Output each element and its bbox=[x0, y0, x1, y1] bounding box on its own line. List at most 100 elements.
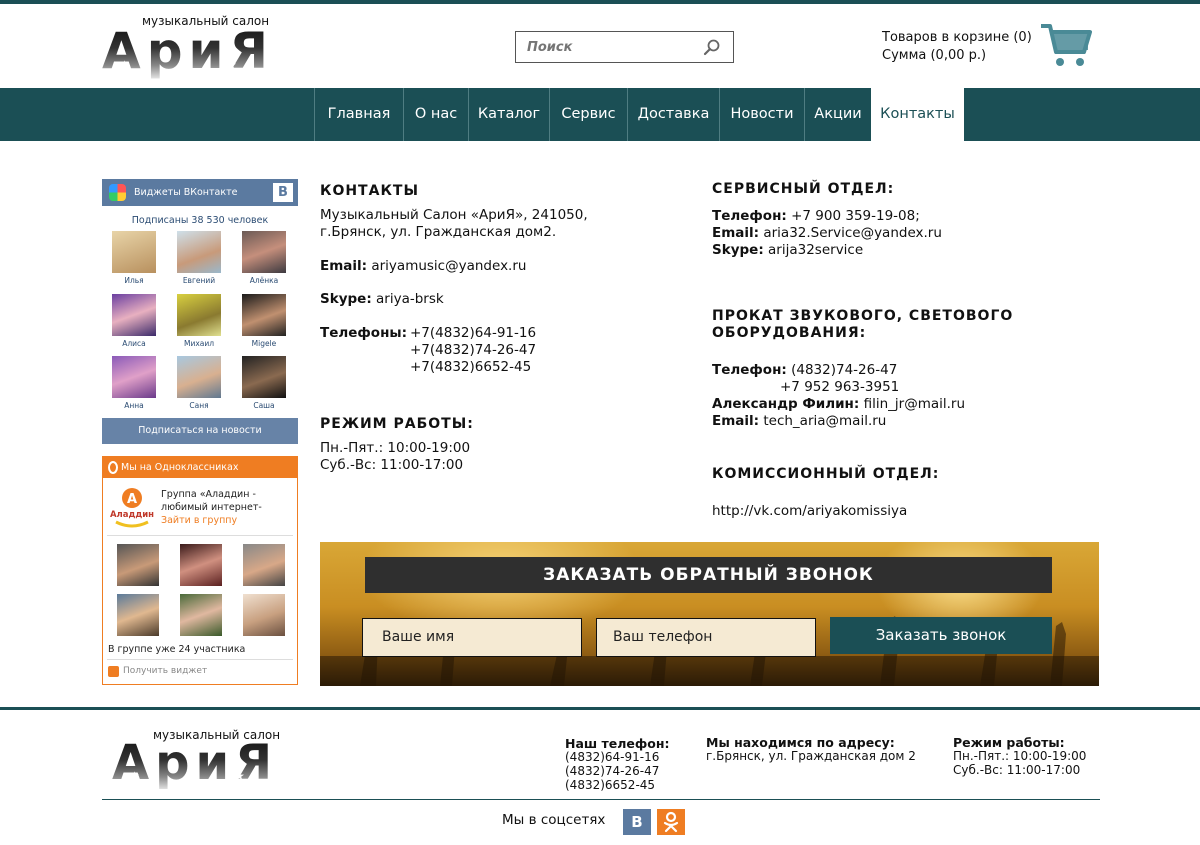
svg-text:А: А bbox=[127, 492, 137, 507]
rental-phone-row: Телефон: (4832)74-26-47 bbox=[712, 362, 898, 378]
footer-phone-title: Наш телефон: bbox=[565, 736, 670, 751]
rental-person-email[interactable]: filin_jr@mail.ru bbox=[864, 396, 965, 412]
vk-person[interactable]: Алиса bbox=[107, 294, 161, 348]
vk-person[interactable]: Migele bbox=[237, 294, 291, 348]
contacts-address-line2: г.Брянск, ул. Гражданская дом2. bbox=[320, 224, 557, 240]
vk-logo-icon: В bbox=[273, 183, 293, 202]
vk-person[interactable]: Михаил bbox=[172, 294, 226, 348]
avatar bbox=[242, 231, 286, 273]
hours-title: РЕЖИМ РАБОТЫ: bbox=[320, 416, 474, 432]
footer-phone: (4832)64-91-16 bbox=[565, 750, 660, 764]
logo-star-icon: ★ bbox=[119, 58, 130, 72]
ok-member-avatar[interactable] bbox=[243, 544, 285, 586]
ok-widget-title: Мы на Одноклассниках bbox=[121, 462, 239, 473]
vk-widget: Виджеты ВКонтакте В Подписаны 38 530 чел… bbox=[102, 179, 298, 444]
search-icon[interactable] bbox=[703, 38, 721, 56]
footer-address-title: Мы находимся по адресу: bbox=[706, 735, 895, 750]
vk-social-icon[interactable]: В bbox=[623, 809, 651, 835]
service-title: СЕРВИСНЫЙ ОТДЕЛ: bbox=[712, 181, 895, 197]
footer-divider bbox=[102, 799, 1100, 800]
commission-link[interactable]: http://vk.com/ariyakomissiya bbox=[712, 503, 907, 520]
nav-item-contacts[interactable]: Контакты bbox=[871, 88, 964, 141]
ok-member-avatar[interactable] bbox=[117, 544, 159, 586]
logo-star-icon: ★ bbox=[129, 769, 140, 783]
logo-star-icon: ★ bbox=[234, 769, 245, 783]
footer-hours-title: Режим работы: bbox=[953, 735, 1065, 750]
cart-icon[interactable] bbox=[1040, 22, 1092, 68]
rental-title-line2: ОБОРУДОВАНИЯ: bbox=[712, 325, 867, 341]
rental-email[interactable]: tech_aria@mail.ru bbox=[763, 413, 886, 429]
avatar bbox=[112, 294, 156, 336]
vk-person[interactable]: Алёнка bbox=[237, 231, 291, 285]
site-logo[interactable]: музыкальный салон АриЯ ★ ★ bbox=[102, 12, 312, 84]
contacts-skype-row: Skype: ariya-brsk bbox=[320, 291, 444, 308]
rental-phone: (4832)74-26-47 bbox=[791, 362, 898, 378]
ok-member-avatar[interactable] bbox=[180, 544, 222, 586]
nav-item-news[interactable]: Новости bbox=[719, 88, 804, 141]
cart-summary[interactable]: Товаров в корзине (0) Сумма (0,00 р.) bbox=[882, 29, 1032, 65]
vk-widget-title: Виджеты ВКонтакте bbox=[134, 187, 238, 198]
callback-title: ЗАКАЗАТЬ ОБРАТНЫЙ ЗВОНОК bbox=[365, 557, 1052, 593]
divider bbox=[107, 659, 293, 660]
vk-subscribe-button[interactable]: Подписаться на новости bbox=[102, 418, 298, 444]
search-input[interactable] bbox=[516, 32, 701, 62]
avatar bbox=[177, 294, 221, 336]
service-email[interactable]: aria32.Service@yandex.ru bbox=[763, 225, 942, 241]
top-accent-bar bbox=[0, 0, 1200, 4]
hours-weekend: Суб.-Вс: 11:00-17:00 bbox=[320, 457, 464, 473]
service-skype: arija32service bbox=[768, 242, 864, 258]
avatar bbox=[177, 231, 221, 273]
service-email-row: Email: aria32.Service@yandex.ru bbox=[712, 225, 942, 241]
contacts-phones-label: Телефоны: bbox=[320, 325, 408, 341]
ok-small-logo-icon bbox=[108, 666, 119, 677]
social-label: Мы в соцсетях bbox=[502, 812, 606, 828]
search-box bbox=[515, 31, 734, 63]
contacts-phone: +7(4832)6652-45 bbox=[410, 359, 532, 375]
footer-phone: (4832)6652-45 bbox=[565, 778, 656, 792]
nav-item-about[interactable]: О нас bbox=[403, 88, 468, 141]
vk-person[interactable]: Илья bbox=[107, 231, 161, 285]
vk-person[interactable]: Саша bbox=[237, 356, 291, 410]
ok-group-name[interactable]: Группа «Аладдин - любимый интернет- bbox=[161, 488, 291, 514]
vk-person[interactable]: Анна bbox=[107, 356, 161, 410]
contacts-address-line1: Музыкальный Салон «АриЯ», 241050, bbox=[320, 207, 588, 223]
footer-hours-weekend: Суб.-Вс: 11:00-17:00 bbox=[953, 763, 1081, 777]
nav-item-delivery[interactable]: Доставка bbox=[627, 88, 719, 141]
callback-name-input[interactable]: Ваше имя bbox=[362, 618, 582, 657]
ok-widget-header: Мы на Одноклассниках bbox=[103, 457, 297, 478]
ok-get-widget-link[interactable]: Получить виджет bbox=[123, 666, 207, 676]
ok-members-count: В группе уже 24 участника bbox=[108, 644, 246, 655]
callback-phone-input[interactable]: Ваш телефон bbox=[596, 618, 816, 657]
ok-logo-icon bbox=[108, 461, 118, 474]
nav-item-home[interactable]: Главная bbox=[314, 88, 403, 141]
ok-member-avatar[interactable] bbox=[117, 594, 159, 636]
vk-widget-header: Виджеты ВКонтакте В bbox=[102, 179, 298, 206]
vk-person[interactable]: Евгений bbox=[172, 231, 226, 285]
ok-join-group-link[interactable]: Зайти в группу bbox=[161, 515, 237, 526]
contacts-email-row: Email: ariyamusic@yandex.ru bbox=[320, 258, 526, 275]
rental-title-line1: ПРОКАТ ЗВУКОВОГО, СВЕТОВОГО bbox=[712, 308, 1014, 324]
divider bbox=[107, 535, 293, 536]
main-nav: Главная О нас Каталог Сервис Доставка Но… bbox=[0, 88, 1200, 141]
footer-logo[interactable]: музыкальный салон АриЯ ★ ★ bbox=[110, 727, 320, 795]
contacts-email[interactable]: ariyamusic@yandex.ru bbox=[371, 258, 526, 274]
nav-item-service[interactable]: Сервис bbox=[549, 88, 627, 141]
skype-label: Skype: bbox=[320, 291, 372, 307]
ok-member-avatar[interactable] bbox=[180, 594, 222, 636]
vk-widgets-logo-icon bbox=[109, 184, 126, 201]
contacts-skype: ariya-brsk bbox=[376, 291, 444, 307]
cart-items-count: Товаров в корзине (0) bbox=[882, 30, 1032, 45]
nav-item-promo[interactable]: Акции bbox=[804, 88, 871, 141]
ok-member-avatar[interactable] bbox=[243, 594, 285, 636]
callback-submit-button[interactable]: Заказать звонок bbox=[830, 617, 1052, 654]
avatar bbox=[242, 356, 286, 398]
service-skype-row: Skype: arija32service bbox=[712, 242, 864, 258]
rental-phone: +7 952 963-3951 bbox=[780, 379, 900, 395]
vk-person[interactable]: Саня bbox=[172, 356, 226, 410]
nav-item-catalog[interactable]: Каталог bbox=[468, 88, 549, 141]
footer-address: г.Брянск, ул. Гражданская дом 2 bbox=[706, 749, 916, 763]
vk-subscribers-count: Подписаны 38 530 человек bbox=[131, 215, 269, 226]
ok-social-icon[interactable] bbox=[657, 809, 685, 835]
aladdin-group-logo[interactable]: А Аладдин bbox=[110, 486, 154, 530]
avatar bbox=[242, 294, 286, 336]
